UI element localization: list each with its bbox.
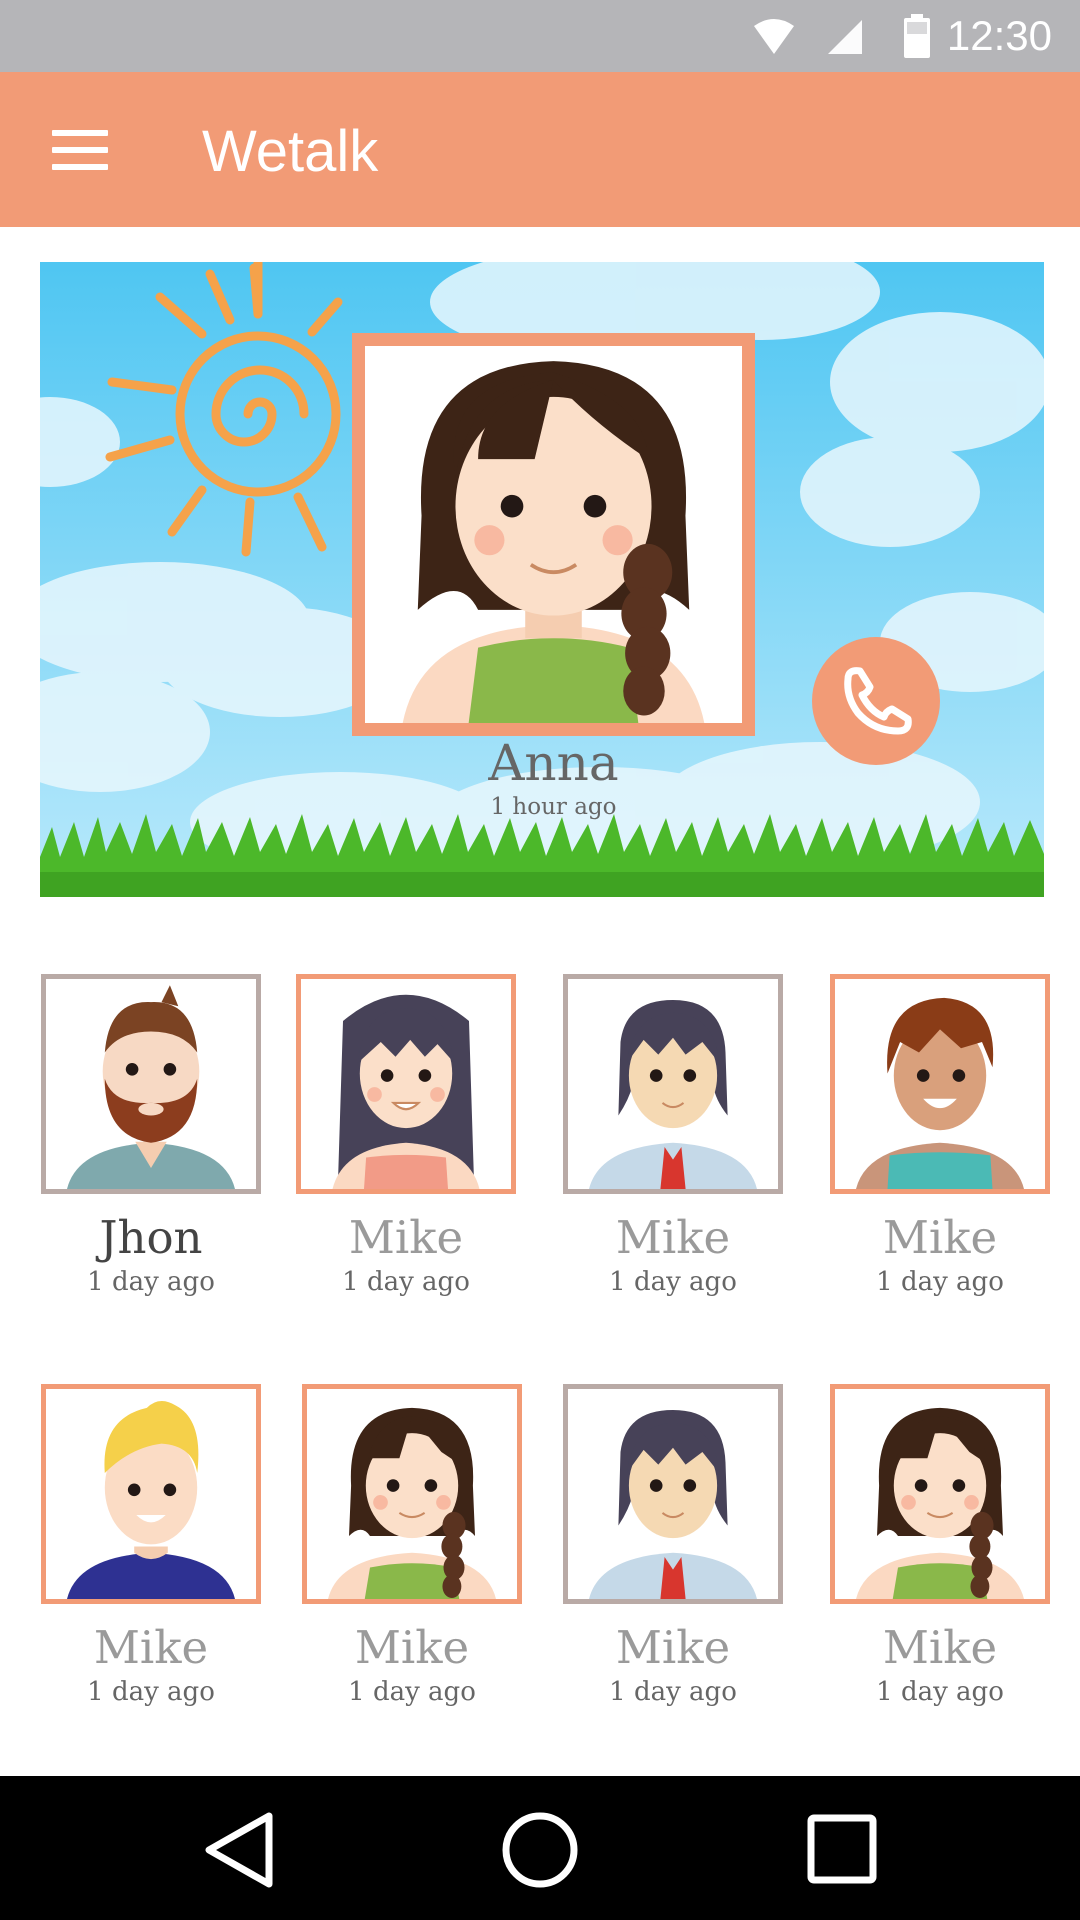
back-icon[interactable] [195, 1808, 285, 1892]
contact-card[interactable]: Mike 1 day ago [302, 1384, 522, 1708]
avatar [830, 1384, 1050, 1604]
contact-name: Mike [882, 1621, 998, 1674]
avatar [41, 974, 261, 1194]
avatar-blond-man [67, 1401, 235, 1599]
contact-last-seen: 1 day ago [609, 1267, 737, 1297]
contact-name: Mike [93, 1621, 209, 1674]
phone-icon [844, 667, 912, 735]
app-title: Wetalk [202, 119, 379, 184]
call-button[interactable] [812, 637, 940, 765]
avatar [41, 1384, 261, 1604]
contact-card[interactable]: Mike 1 day ago [830, 974, 1050, 1298]
avatar-brown-hair-person [856, 997, 1024, 1189]
contact-name: Mike [615, 1211, 731, 1264]
avatar-man-with-tie [589, 1000, 757, 1189]
contact-last-seen: 1 day ago [876, 1677, 1004, 1707]
avatar [563, 974, 783, 1194]
contact-name: Mike [348, 1211, 464, 1264]
contact-card[interactable]: Mike 1 day ago [563, 974, 783, 1298]
avatar-braided-girl [856, 1407, 1024, 1599]
contact-name: Mike [354, 1621, 470, 1674]
status-time: 12:30 [946, 12, 1052, 59]
avatar-braided-girl [328, 1407, 496, 1599]
app-bar: Wetalk [0, 72, 1080, 227]
avatar-long-dark-hair-girl [332, 994, 480, 1189]
featured-avatar [352, 333, 755, 736]
contact-card[interactable]: Mike 1 day ago [41, 1384, 261, 1708]
contact-name: Jhon [99, 1211, 203, 1264]
home-icon[interactable] [495, 1808, 585, 1892]
contact-name: Mike [882, 1211, 998, 1264]
avatar [302, 1384, 522, 1604]
signal-icon [828, 20, 862, 54]
contact-last-seen: 1 day ago [342, 1267, 470, 1297]
status-bar: 12:30 [0, 0, 1080, 72]
contact-last-seen: 1 day ago [876, 1267, 1004, 1297]
wifi-icon [754, 19, 794, 54]
contact-card[interactable]: Mike 1 day ago [563, 1384, 783, 1708]
contact-last-seen: 1 day ago [609, 1677, 737, 1707]
contact-last-seen: 1 day ago [87, 1267, 215, 1297]
contact-last-seen: 1 day ago [348, 1677, 476, 1707]
avatar [830, 974, 1050, 1194]
battery-icon [904, 14, 930, 58]
hamburger-menu-icon[interactable] [52, 130, 108, 170]
contact-name: Mike [615, 1621, 731, 1674]
contact-last-seen: 1 day ago [87, 1677, 215, 1707]
recents-icon[interactable] [797, 1808, 887, 1892]
contact-card[interactable]: Mike 1 day ago [830, 1384, 1050, 1708]
featured-last-seen: 1 hour ago [490, 794, 617, 820]
avatar [563, 1384, 783, 1604]
featured-name: Anna [488, 734, 619, 792]
navigation-bar [0, 1776, 1080, 1920]
avatar [296, 974, 516, 1194]
avatar-man-with-tie [589, 1410, 757, 1599]
featured-contact-card[interactable]: Anna 1 hour ago [40, 262, 1044, 897]
avatar-bearded-man [67, 985, 235, 1189]
contact-card[interactable]: Jhon 1 day ago [41, 974, 261, 1298]
contact-card[interactable]: Mike 1 day ago [296, 974, 516, 1298]
